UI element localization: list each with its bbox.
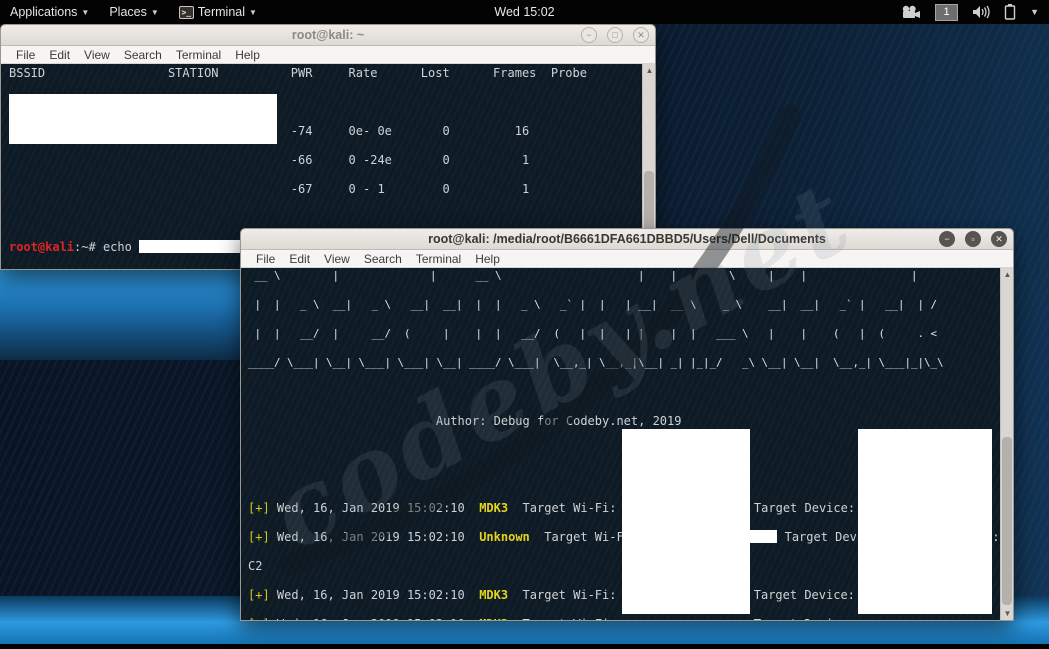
window1-title: root@kali: ~ — [291, 28, 365, 42]
terminal-appmenu-label: Terminal — [197, 5, 246, 19]
chevron-down-icon: ▼ — [150, 7, 159, 17]
battery-icon[interactable] — [1004, 4, 1016, 20]
ascii-banner: __ \ | | __ \ | | \ | | | — [248, 269, 944, 282]
ascii-banner: | | _ \ __| _ \ __| __| | | _ \ _` | | |… — [248, 298, 944, 311]
menu-search[interactable]: Search — [117, 48, 169, 62]
volume-icon[interactable] — [972, 5, 990, 19]
maximize-icon[interactable]: □ — [607, 27, 623, 43]
tray-chevron-icon[interactable]: ▼ — [1030, 7, 1039, 17]
panel-clock[interactable]: Wed 15:02 — [494, 5, 554, 19]
menu-help[interactable]: Help — [468, 252, 507, 266]
terminal-icon: >_ — [178, 5, 194, 19]
ascii-banner: | | __/ | __/ ( | | | __/ ( | | | | | | … — [248, 327, 944, 340]
redaction-box — [858, 429, 992, 614]
wallpaper-blue-glow — [0, 268, 240, 360]
station-row: -67 0 - 1 0 1 — [9, 182, 530, 196]
menu-file[interactable]: File — [249, 252, 282, 266]
wallpaper-bottom-strip — [0, 644, 1049, 649]
ascii-banner: ____/ \___| \__| \___| \___| \__| ____/ … — [248, 356, 944, 369]
menu-terminal[interactable]: Terminal — [169, 48, 228, 62]
window2-terminal-content[interactable]: __ \ | | __ \ | | \ | | | | | _ \ __| _ … — [241, 268, 1013, 620]
terminal-appmenu[interactable]: >_ Terminal ▼ — [169, 0, 267, 24]
menu-help[interactable]: Help — [228, 48, 267, 62]
scroll-up-icon[interactable]: ▲ — [643, 64, 655, 77]
station-row: -66 0 -24e 0 1 — [9, 153, 530, 167]
window2-scrollbar[interactable]: ▲ ▼ — [1000, 268, 1013, 620]
applications-menu-label: Applications — [10, 5, 78, 19]
places-menu[interactable]: Places ▼ — [99, 0, 168, 24]
terminal-window-2: root@kali: /media/root/B6661DFA661DBBD5/… — [240, 228, 1014, 621]
menu-view[interactable]: View — [317, 252, 357, 266]
scroll-up-icon[interactable]: ▲ — [1001, 268, 1013, 281]
window2-title: root@kali: /media/root/B6661DFA661DBBD5/… — [428, 232, 826, 246]
window2-titlebar[interactable]: root@kali: /media/root/B6661DFA661DBBD5/… — [241, 229, 1013, 250]
menu-view[interactable]: View — [77, 48, 117, 62]
author-line: Author: Debug for Codeby.net, 2019 — [248, 414, 682, 428]
minimize-icon[interactable]: − — [581, 27, 597, 43]
chevron-down-icon: ▼ — [81, 7, 90, 17]
menu-edit[interactable]: Edit — [282, 252, 317, 266]
minimize-icon[interactable]: − — [939, 231, 955, 247]
menu-edit[interactable]: Edit — [42, 48, 77, 62]
workspace-indicator[interactable]: 1 — [935, 3, 959, 21]
scroll-down-icon[interactable]: ▼ — [1001, 607, 1013, 620]
scrollbar-thumb[interactable] — [1002, 436, 1012, 605]
menu-file[interactable]: File — [9, 48, 42, 62]
menu-terminal[interactable]: Terminal — [409, 252, 468, 266]
chevron-down-icon: ▼ — [249, 7, 257, 17]
close-icon[interactable]: ✕ — [991, 231, 1007, 247]
window2-menubar: File Edit View Search Terminal Help — [241, 250, 1013, 268]
applications-menu[interactable]: Applications ▼ — [0, 0, 99, 24]
close-icon[interactable]: ✕ — [633, 27, 649, 43]
system-tray: 1 ▼ — [901, 3, 1049, 21]
screen-recorder-icon[interactable] — [901, 5, 921, 19]
maximize-icon[interactable]: ▫ — [965, 231, 981, 247]
top-panel: Applications ▼ Places ▼ >_ Terminal ▼ We… — [0, 0, 1049, 24]
desktop: Applications ▼ Places ▼ >_ Terminal ▼ We… — [0, 0, 1049, 649]
window1-menubar: File Edit View Search Terminal Help — [1, 46, 655, 64]
redaction-box — [9, 94, 277, 144]
airodump-header: BSSID STATION PWR Rate Lost Frames Probe — [9, 66, 587, 80]
menu-search[interactable]: Search — [357, 252, 409, 266]
log-row-mdk3: [+] Wed, 16, Jan 2019 15:02:10 MDK3 Targ… — [248, 617, 1013, 620]
places-menu-label: Places — [109, 5, 147, 19]
redaction-box — [622, 429, 750, 614]
window1-titlebar[interactable]: root@kali: ~ − □ ✕ — [1, 25, 655, 46]
